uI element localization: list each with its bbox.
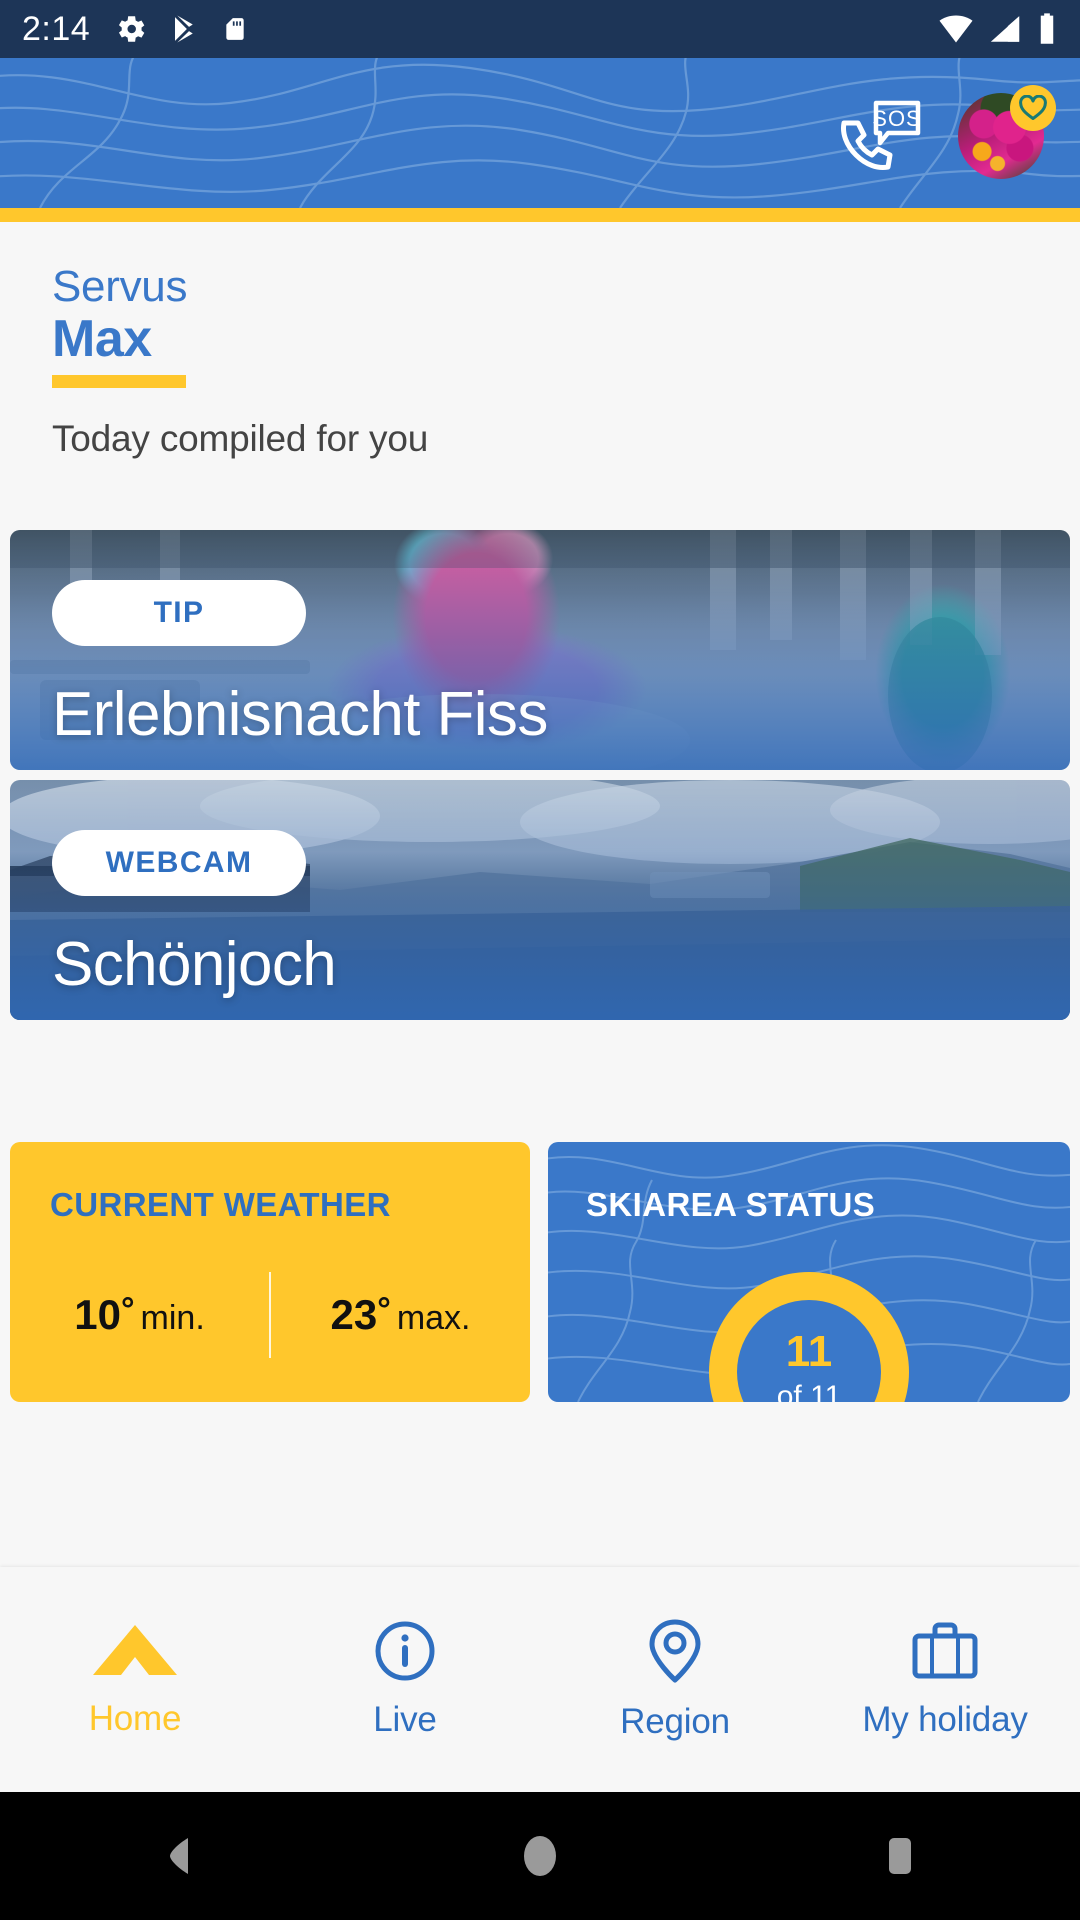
temp-min-label: min. [140,1299,205,1337]
phone-sos-icon: SOS [841,100,921,170]
status-bar-clock: 2:14 [22,9,91,48]
skiarea-ring-center: 11 of 11 [737,1300,881,1402]
temp-divider [269,1272,271,1358]
temp-max-value: 23 [330,1291,378,1338]
android-status-bar: 2:14 [0,0,1080,58]
feature-card-tip[interactable]: TIP Erlebnisnacht Fiss [10,530,1070,770]
temp-max-degree: ° [377,1291,391,1329]
cellular-signal-icon [990,16,1020,42]
bottom-tab-bar: Home Live Region My holiday [0,1567,1080,1792]
weather-card-heading: CURRENT WEATHER [50,1186,391,1223]
card-badge: WEBCAM [52,830,306,896]
card-badge: TIP [52,580,306,646]
favorite-badge [1010,85,1056,131]
greeting-block: Servus Max Today compiled for you [52,262,429,460]
android-nav-bar [0,1792,1080,1920]
tab-my-holiday[interactable]: My holiday [810,1620,1080,1740]
tab-region-label: Region [620,1701,730,1741]
suitcase-icon [912,1622,978,1678]
play-store-icon [175,15,193,43]
greeting-underline [52,374,186,388]
header-accent-rule [0,208,1080,222]
tab-home[interactable]: Home [0,1621,270,1739]
greeting-hello: Servus [52,262,188,311]
app-screen: 2:14 SOS Servus Max Today compiled for y… [0,0,1080,1920]
temp-max-label: max. [396,1299,471,1337]
sd-card-icon [226,18,244,40]
back-triangle-icon [170,1838,188,1874]
settings-gear-icon [119,16,145,42]
temp-min-degree: ° [120,1291,135,1329]
home-circle-icon [524,1836,556,1876]
current-weather-card[interactable]: CURRENT WEATHER 10° min. 23° max. [10,1142,530,1402]
temp-max: 23° max. [271,1291,530,1339]
skiarea-card-heading: SKIAREA STATUS [586,1186,876,1223]
skiarea-status-card[interactable]: SKIAREA STATUS 11 of 11 [548,1142,1070,1402]
feature-card-webcam[interactable]: WEBCAM Schönjoch [10,780,1070,1020]
temp-min-value: 10 [74,1291,121,1338]
tab-my-holiday-label: My holiday [862,1699,1028,1739]
status-bar-left-icons [114,12,248,46]
profile-avatar-button[interactable] [958,85,1056,181]
skiarea-total-label: of 11 [776,1380,842,1402]
greeting-name: Max [52,309,152,368]
greeting-subtitle: Today compiled for you [52,417,429,459]
card-title: Erlebnisnacht Fiss [52,680,548,749]
recents-button[interactable] [840,1792,960,1920]
card-title: Schönjoch [52,930,337,999]
sos-label: SOS [872,106,921,131]
tab-live[interactable]: Live [270,1620,540,1740]
skiarea-open-count: 11 [785,1327,833,1376]
tab-home-label: Home [88,1698,182,1738]
map-pin-icon [649,1619,701,1682]
heart-icon [1019,95,1047,121]
mountain-icon [93,1624,177,1675]
battery-icon [1040,13,1054,44]
back-button[interactable] [120,1792,240,1920]
recents-square-icon [889,1838,911,1874]
temperature-row: 10° min. 23° max. [10,1272,530,1358]
status-bar-right-icons [938,12,1058,46]
wifi-icon [939,15,973,43]
header-actions: SOS [830,58,1056,208]
sos-call-button[interactable]: SOS [830,95,922,171]
home-button[interactable] [480,1792,600,1920]
app-header-bar: SOS [0,58,1080,208]
temp-min: 10° min. [10,1291,269,1339]
tab-live-label: Live [373,1699,437,1739]
info-icon [375,1621,435,1680]
tab-region[interactable]: Region [540,1618,810,1742]
